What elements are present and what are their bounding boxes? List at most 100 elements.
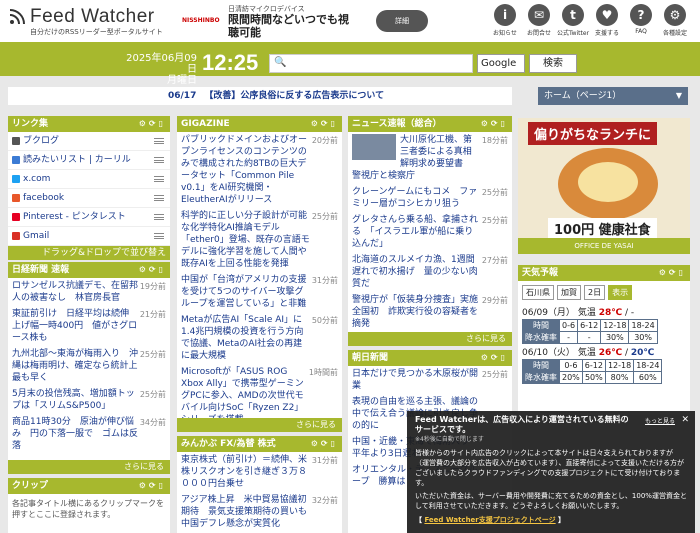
feed-item[interactable]: クレーンゲームにもコメ ファミリー層がコシヒカリ狙う 25分前: [348, 184, 512, 212]
feed-item[interactable]: 科学的に正しい分子設計が可能な化学特化AI推論モデル「ether0」登場、既存の…: [177, 208, 342, 272]
feed-item[interactable]: ロサンゼルス抗議デモ、在留邦人の被害なし 林官房長官 19分前: [8, 278, 170, 306]
popup-project-link[interactable]: Feed Watcher支援プロジェクトページ: [424, 516, 555, 524]
feed-time: 19分前: [139, 282, 166, 291]
news-widget: ニュース速報（総合） ⚙⟳▯ 大川原化工機、第三者委による真相解明求め要望書 警視…: [348, 116, 512, 346]
days-select[interactable]: 2日: [584, 285, 606, 300]
search-input[interactable]: 🔍: [269, 54, 473, 73]
header-icon-0[interactable]: i お知らせ: [488, 4, 522, 37]
weather-hour: 6-12: [577, 319, 602, 332]
feed-time: 27分前: [481, 256, 508, 265]
gear-icon: ⚙: [664, 4, 686, 26]
weather-hour: 18-24: [628, 319, 658, 332]
feed-item[interactable]: 商品11時30分 原油が伸び悩み 円の下落一服で ゴムは反落 34分前: [8, 414, 170, 454]
header-icon-label: 支援する: [594, 30, 619, 37]
header-icon-1[interactable]: ✉ お問合せ: [522, 4, 556, 37]
drag-handle-icon[interactable]: [154, 138, 164, 144]
show-button[interactable]: 表示: [608, 285, 633, 300]
feed-item[interactable]: アジア株上昇 米中貿易協議初期待 景気支援策期待の買いも 中国デフレ懸念が実質化…: [177, 492, 342, 532]
feed-time: 25分前: [139, 350, 166, 359]
twitter-icon: t: [562, 4, 584, 26]
side-ad[interactable]: 偏りがちなランチに 100円 健康社食 OFFICE DE YASAI: [518, 118, 690, 254]
header-icon-3[interactable]: ♥ 支援する: [590, 4, 624, 37]
city-select[interactable]: 加賀: [557, 285, 581, 300]
more-link[interactable]: さらに見る: [8, 460, 170, 474]
weather-widget: 天気予報 ⚙⟳▯ 石川県 加賀 2日 表示 06/09（月） 気温 28℃ / -…: [518, 265, 690, 415]
feed-item[interactable]: 日本だけで見つかる木原桜が開業 25分前: [348, 366, 512, 394]
widget-tools-icon[interactable]: ⚙⟳▯: [481, 350, 508, 366]
feed-item[interactable]: 5月末の投信残高、増加額トップは「スリムS&P500」 25分前: [8, 386, 170, 414]
weather-rain: 20%: [559, 371, 583, 384]
feed-time: 1時間前: [308, 368, 338, 377]
feed-item[interactable]: Metaが広告AI「Scale AI」に1.4兆円規模の投資を行う方向で協議、M…: [177, 312, 342, 364]
link-label: Gmail: [23, 231, 50, 241]
link-item[interactable]: 読みたいリスト | カーリル: [8, 151, 170, 170]
drag-handle-icon[interactable]: [154, 233, 164, 239]
feed-time: 25分前: [481, 188, 508, 197]
widget-tools-icon[interactable]: ⚙⟳▯: [481, 116, 508, 132]
close-icon[interactable]: ✕: [681, 415, 689, 425]
widget-tools-icon[interactable]: ⚙⟳▯: [311, 116, 338, 132]
drag-handle-icon[interactable]: [154, 176, 164, 182]
logo[interactable]: Feed Watcher: [8, 6, 155, 28]
header-icon-2[interactable]: t 公式Twitter: [556, 4, 590, 37]
feed-time: 34分前: [139, 418, 166, 427]
pref-select[interactable]: 石川県: [522, 285, 554, 300]
clip-widget: クリップ ⚙⟳▯ 各記事タイトル横にあるクリップマークを押すとここに登録されます。: [8, 478, 170, 533]
widget-header: クリップ ⚙⟳▯: [8, 478, 170, 494]
weather-rain: 50%: [581, 371, 606, 384]
link-item[interactable]: Gmail: [8, 227, 170, 246]
widget-header: 天気予報 ⚙⟳▯: [518, 265, 690, 281]
link-item[interactable]: x.com: [8, 170, 170, 189]
header-ad[interactable]: NISSHINBO 日清紡マイクロデバイス 限間時間などいつでも視聴可能 詳細: [180, 3, 428, 39]
link-item[interactable]: facebook: [8, 189, 170, 208]
feed-time: 50分前: [311, 316, 338, 325]
feed-item[interactable]: 東京株式（前引け）＝続伸、米株リスクオンを引き継ぎ３万８０００円台乗せ 31分前: [177, 452, 342, 492]
drag-handle-icon[interactable]: [154, 214, 164, 220]
more-link[interactable]: さらに見る: [348, 332, 512, 346]
info-icon: i: [494, 4, 516, 26]
widget-tools-icon[interactable]: ⚙⟳▯: [139, 262, 166, 278]
header: Feed Watcher 自分だけのRSSリーダー型ポータルサイト NISSHI…: [0, 0, 700, 42]
ad-main-text: 限間時間などいつでも視聴可能: [228, 13, 349, 39]
feed-time: 25分前: [311, 212, 338, 221]
weather-rain: 80%: [604, 371, 635, 384]
popup-subtitle: ※4秒後に自動で閉じます: [415, 436, 484, 443]
popup-more-link[interactable]: もっと見る: [645, 417, 675, 427]
header-icon-label: FAQ: [635, 28, 647, 35]
side-ad-title: 偏りがちなランチに: [528, 122, 658, 145]
search-icon: 🔍: [274, 57, 287, 68]
drag-handle-icon[interactable]: [154, 157, 164, 163]
widget-tools-icon[interactable]: ⚙⟳▯: [311, 436, 338, 452]
widget-tools-icon[interactable]: ⚙⟳▯: [139, 116, 166, 132]
notice-bar[interactable]: 06/17 【改善】公序良俗に反する広告表示について: [8, 87, 512, 105]
feed-item[interactable]: 九州北部〜東海が梅雨入り 沖縄は梅雨明け、確定なら統計上最も早く 25分前: [8, 346, 170, 386]
drag-handle-icon[interactable]: [154, 195, 164, 201]
feed-item[interactable]: 警視庁が「仮装身分捜査」実施 全国初 詐欺実行役の容疑者を摘発 29分前: [348, 292, 512, 332]
page-select[interactable]: ホーム（ページ1）: [538, 87, 688, 105]
more-link[interactable]: さらに見る: [177, 418, 342, 432]
search-button[interactable]: 検索: [529, 54, 577, 73]
feed-item[interactable]: 中国が「台湾がアメリカの支援を受けて5つのサイバー攻撃グループを運営している」と…: [177, 272, 342, 312]
widget-tools-icon[interactable]: ⚙⟳▯: [659, 265, 686, 281]
widget-header: ニュース速報（総合） ⚙⟳▯: [348, 116, 512, 132]
weather-hour: 0-6: [559, 359, 583, 372]
side-ad-brand: OFFICE DE YASAI: [518, 238, 690, 254]
header-icon-4[interactable]: ? FAQ: [624, 4, 658, 37]
link-label: 読みたいリスト | カーリル: [23, 155, 131, 165]
notice-link[interactable]: 【改善】公序良俗に反する広告表示について: [204, 91, 384, 101]
link-label: facebook: [23, 193, 65, 203]
widget-header: みんかぶ FX/為替 株式 ⚙⟳▯: [177, 436, 342, 452]
link-item[interactable]: Pinterest - ピンタレスト: [8, 208, 170, 227]
search-engine-select[interactable]: Google: [477, 54, 525, 73]
widget-tools-icon[interactable]: ⚙⟳▯: [139, 478, 166, 494]
ad-detail-button[interactable]: 詳細: [376, 10, 428, 32]
feed-item[interactable]: パブリックドメインおよびオープンライセンスのコンテンツのみで構成された約8TBの…: [177, 132, 342, 208]
link-item[interactable]: ブクログ: [8, 132, 170, 151]
logo-subtitle: 自分だけのRSSリーダー型ポータルサイト: [30, 28, 163, 36]
feed-item[interactable]: 大川原化工機、第三者委による真相解明求め要望書 警視庁と検察庁 18分前: [348, 132, 512, 184]
header-icon-5[interactable]: ⚙ 各種設定: [658, 4, 692, 37]
feed-item[interactable]: 北海道のスルメイカ漁、1週間遅れで初水揚げ 量の少ない肉質だ 27分前: [348, 252, 512, 292]
feed-item[interactable]: 東証前引け 日経平均は続伸 上げ幅一時400円 値がさグロース株も 21分前: [8, 306, 170, 346]
header-icon-label: 公式Twitter: [556, 30, 590, 37]
feed-item[interactable]: グレタさんら乗る船、拿捕される 「イスラエル軍が船に乗り込んだ」 25分前: [348, 212, 512, 252]
